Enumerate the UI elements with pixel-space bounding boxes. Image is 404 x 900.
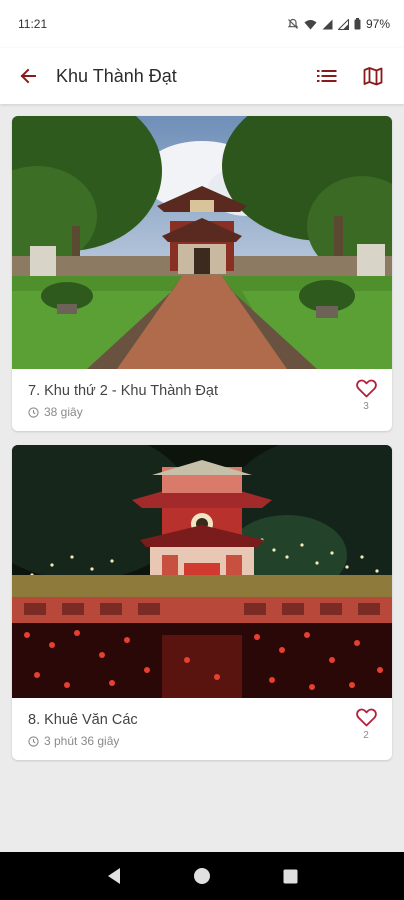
signal-secondary-icon [337, 18, 349, 30]
list-view-button[interactable] [304, 48, 350, 104]
mute-icon [287, 18, 299, 29]
card-body: 7. Khu thứ 2 - Khu Thành Đạt 38 giây 3 [12, 369, 392, 431]
card-image-khu-thanh-dat[interactable] [12, 116, 392, 369]
map-icon [363, 67, 383, 86]
signal-icon [322, 19, 333, 29]
status-bar: 11:21 97% [0, 0, 404, 48]
card-title: 7. Khu thứ 2 - Khu Thành Đạt [28, 383, 219, 399]
like-count: 2 [363, 730, 369, 741]
card-image-khue-van-cac[interactable] [12, 445, 392, 698]
status-time: 11:21 [18, 17, 48, 31]
card-body: 8. Khuê Văn Các 3 phút 36 giây 2 [12, 698, 392, 760]
status-icons: 97% [287, 17, 390, 31]
back-button[interactable] [0, 48, 56, 104]
back-triangle-icon[interactable] [106, 867, 122, 885]
card-meta: 38 giây [28, 405, 376, 419]
card-title: 8. Khuê Văn Các [28, 712, 138, 728]
clock-icon [28, 735, 39, 747]
system-navigation-bar [0, 852, 404, 900]
audio-guide-card[interactable]: 8. Khuê Văn Các 3 phút 36 giây 2 [12, 445, 392, 760]
card-duration: 3 phút 36 giây [44, 734, 120, 748]
battery-icon [354, 18, 361, 30]
audio-guide-card[interactable]: 7. Khu thứ 2 - Khu Thành Đạt 38 giây 3 [12, 116, 392, 431]
card-meta: 3 phút 36 giây [28, 734, 376, 748]
list-icon [317, 70, 337, 82]
wifi-icon [304, 19, 317, 29]
back-arrow-icon [20, 68, 36, 84]
page-title: Khu Thành Đạt [56, 65, 177, 86]
heart-outline-icon [355, 708, 377, 727]
home-circle-icon[interactable] [193, 867, 211, 885]
recents-square-icon[interactable] [283, 869, 298, 884]
like-button[interactable]: 3 [354, 379, 378, 412]
like-count: 3 [363, 401, 369, 412]
heart-outline-icon [355, 379, 377, 398]
card-duration: 38 giây [44, 405, 83, 419]
app-bar: Khu Thành Đạt [0, 48, 404, 104]
clock-icon [28, 406, 39, 418]
like-button[interactable]: 2 [354, 708, 378, 741]
battery-percent: 97% [365, 17, 390, 31]
map-view-button[interactable] [350, 48, 396, 104]
